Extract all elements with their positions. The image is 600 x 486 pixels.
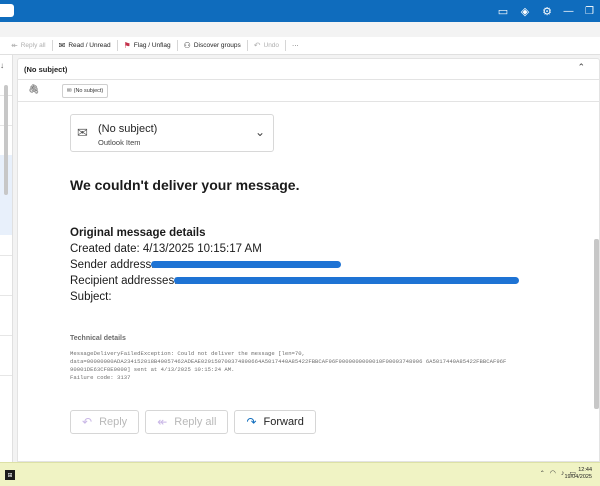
flag-unflag-label: Flag / Unflag (133, 42, 171, 49)
forward-label: Forward (263, 416, 304, 428)
attachment-name: (No subject) (73, 88, 104, 94)
outlook-item-card[interactable]: ✉ (No subject) Outlook Item ⌄ (70, 114, 274, 152)
message-list-pane: ↓ (0, 55, 13, 462)
read-unread-label: Read / Unread (68, 42, 111, 49)
toolbar-gap (0, 22, 600, 37)
reply-all-icon: ↞ (157, 415, 168, 429)
attachment-bar: 🖇 ✉ (No subject) (17, 80, 600, 102)
created-date: Created date: 4/13/2025 10:15:17 AM (70, 243, 262, 255)
recipient-address-row: Recipient addresses: (70, 275, 520, 287)
more-options-button[interactable]: ··· (287, 39, 304, 53)
message-actions: ↶ Reply ↞ Reply all ↷ Forward (70, 410, 316, 434)
reply-all-action-button[interactable]: ↞ Reply all (145, 410, 229, 434)
gear-icon[interactable]: ⚙ (536, 0, 558, 22)
technical-details-text: MessageDeliveryFailedException: Could no… (70, 350, 507, 381)
discover-groups-label: Discover groups (193, 42, 241, 49)
reply-button[interactable]: ↶ Reply (70, 410, 140, 434)
item-card-subtitle: Outlook Item (98, 138, 141, 147)
subject-row: Subject: (70, 291, 112, 303)
list-divider (0, 375, 12, 376)
sender-address-label: Sender address: (70, 259, 155, 271)
redaction-scribble (174, 277, 520, 285)
forward-button[interactable]: ↷ Forward (234, 410, 316, 434)
read-unread-button[interactable]: ✉ Read / Unread (54, 39, 116, 53)
minimize-icon[interactable]: — (558, 0, 579, 22)
reading-pane-scrollbar[interactable] (594, 239, 599, 409)
attachment-chip[interactable]: ✉ (No subject) (62, 84, 109, 98)
ribbon-divider (176, 40, 178, 51)
reply-all-icon: ↞ (11, 41, 18, 50)
groups-icon: ⚇ (183, 41, 191, 50)
more-icon: ··· (292, 42, 299, 49)
reply-label: Reply (99, 416, 128, 428)
envelope-icon: ✉ (77, 125, 88, 140)
undo-button[interactable]: ↶ Undo (249, 39, 284, 53)
clock-date: 19/04/2025 (564, 474, 592, 480)
wifi-icon[interactable]: ◠ (550, 469, 556, 477)
reply-all-button[interactable]: ↞ Reply all (6, 39, 51, 53)
reading-pane: (No subject) ⌃ 🖇 ✉ (No subject) ✉ (No su… (14, 55, 600, 462)
ribbon-divider (285, 40, 287, 51)
taskbar-clock[interactable]: 12:44 19/04/2025 (564, 467, 592, 481)
command-ribbon: ↞ Reply all ✉ Read / Unread ⚑ Flag / Unf… (0, 37, 600, 55)
list-divider (0, 255, 12, 256)
chevron-up-icon[interactable]: ⌃ (540, 470, 545, 477)
paperclip-icon: 🖇 (28, 84, 40, 94)
arrow-down-icon[interactable]: ↓ (0, 61, 4, 70)
undo-icon: ↶ (253, 41, 261, 50)
redaction-scribble (151, 261, 342, 269)
clock-time: 12:44 (578, 467, 592, 473)
undo-label: Undo (263, 42, 280, 49)
message-body: ✉ (No subject) Outlook Item ⌄ We couldn'… (17, 102, 600, 462)
discover-groups-button[interactable]: ⚇ Discover groups (179, 39, 246, 53)
original-details-title: Original message details (70, 227, 206, 239)
subject-label: Subject: (70, 291, 112, 303)
chevron-down-icon[interactable]: ⌄ (255, 125, 265, 139)
list-divider (0, 295, 12, 296)
subject-header: (No subject) ⌃ (17, 58, 600, 80)
reply-icon: ↶ (82, 415, 93, 429)
start-button[interactable]: ⊞ (5, 470, 15, 480)
envelope-icon: ✉ (67, 88, 72, 94)
flag-icon: ⚑ (123, 41, 131, 50)
restore-icon[interactable]: ❐ (579, 0, 600, 22)
sender-address-row: Sender address: (70, 259, 342, 271)
ribbon-divider (246, 40, 248, 51)
title-bar-controls: ▭ ◈ ⚙ — ❐ (492, 0, 600, 22)
message-subject: (No subject) (24, 65, 68, 74)
collapse-chevron-icon[interactable]: ⌃ (577, 62, 585, 73)
technical-details-title: Technical details (70, 335, 126, 342)
message-list-scrollbar[interactable] (4, 85, 8, 195)
envelope-icon: ✉ (58, 41, 66, 50)
item-card-title: (No subject) (98, 123, 158, 135)
title-bar: ▭ ◈ ⚙ — ❐ (0, 0, 600, 22)
flag-unflag-button[interactable]: ⚑ Flag / Unflag (119, 39, 176, 53)
taskbar: ⊞ ⌃ ◠ ♪ ▭ 12:44 19/04/2025 (0, 462, 600, 486)
reply-all-action-label: Reply all (174, 416, 217, 428)
reply-all-label: Reply all (20, 42, 46, 49)
ribbon-divider (51, 40, 53, 51)
recipient-address-label: Recipient addresses: (70, 275, 178, 287)
list-divider (0, 335, 12, 336)
diamond-icon[interactable]: ◈ (514, 0, 536, 22)
present-icon[interactable]: ▭ (492, 0, 514, 22)
forward-icon: ↷ (246, 415, 257, 429)
search-box-edge[interactable] (0, 4, 14, 17)
ndr-headline: We couldn't deliver your message. (70, 177, 300, 193)
ribbon-divider (116, 40, 118, 51)
